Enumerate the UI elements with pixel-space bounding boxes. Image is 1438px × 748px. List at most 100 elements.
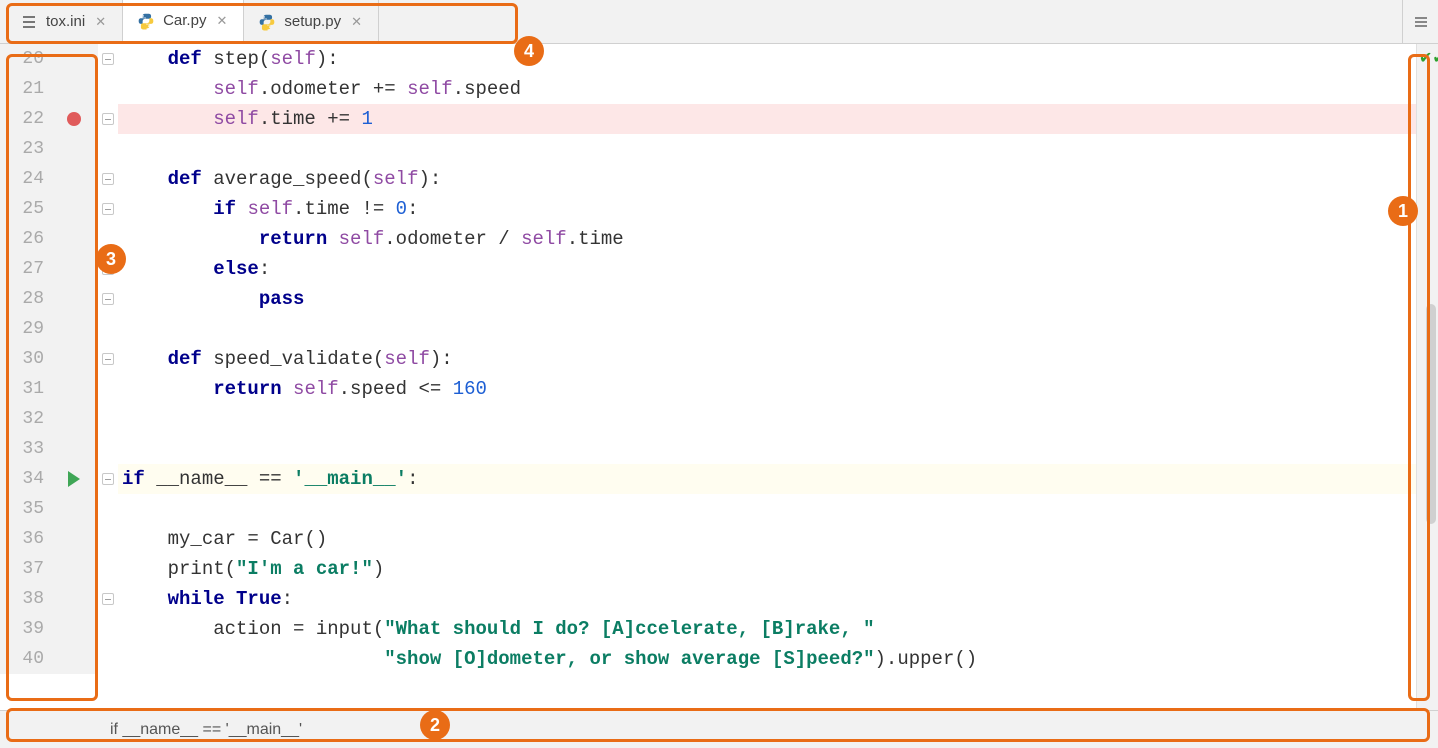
fold-column[interactable] [98,404,118,434]
fold-column[interactable] [98,104,118,134]
gutter-marker[interactable] [50,314,98,344]
code-text[interactable]: def speed_validate(self): [118,348,1416,370]
line-number[interactable]: 29 [0,314,50,344]
fold-handle-icon[interactable] [102,53,114,65]
line-number[interactable]: 32 [0,404,50,434]
code-line[interactable]: 32 [0,404,1416,434]
fold-column[interactable] [98,494,118,524]
code-line[interactable]: 31 return self.speed <= 160 [0,374,1416,404]
gutter-marker[interactable] [50,464,98,494]
file-tab-1[interactable]: Car.py✕ [123,0,244,44]
validation-strip[interactable]: ✔✔ [1416,44,1438,710]
gutter-marker[interactable] [50,194,98,224]
line-number[interactable]: 40 [0,644,50,674]
fold-column[interactable] [98,194,118,224]
fold-column[interactable] [98,554,118,584]
line-number[interactable]: 21 [0,74,50,104]
line-number[interactable]: 33 [0,434,50,464]
code-line[interactable]: 23 [0,134,1416,164]
code-line[interactable]: 37 print("I'm a car!") [0,554,1416,584]
gutter-marker[interactable] [50,584,98,614]
code-line[interactable]: 24 def average_speed(self): [0,164,1416,194]
gutter-marker[interactable] [50,104,98,134]
gutter-marker[interactable] [50,134,98,164]
code-line[interactable]: 38 while True: [0,584,1416,614]
fold-column[interactable] [98,284,118,314]
fold-handle-icon[interactable] [102,263,114,275]
code-line[interactable]: 34 if __name__ == '__main__': [0,464,1416,494]
code-text[interactable]: def average_speed(self): [118,168,1416,190]
line-number[interactable]: 27 [0,254,50,284]
fold-column[interactable] [98,644,118,674]
line-number[interactable]: 31 [0,374,50,404]
code-line[interactable]: 26 return self.odometer / self.time [0,224,1416,254]
line-number[interactable]: 22 [0,104,50,134]
line-number[interactable]: 39 [0,614,50,644]
gutter-marker[interactable] [50,44,98,74]
scrollbar-thumb[interactable] [1426,304,1436,524]
fold-column[interactable] [98,344,118,374]
code-text[interactable]: else: [118,258,1416,280]
breadcrumb-bar[interactable]: if __name__ == '__main__' [0,710,1438,748]
code-line[interactable]: 21 self.odometer += self.speed [0,74,1416,104]
line-number[interactable]: 23 [0,134,50,164]
line-number[interactable]: 36 [0,524,50,554]
fold-handle-icon[interactable] [102,473,114,485]
fold-column[interactable] [98,224,118,254]
code-editor[interactable]: 20 def step(self):21 self.odometer += se… [0,44,1416,710]
code-text[interactable]: self.odometer += self.speed [118,78,1416,100]
fold-handle-icon[interactable] [102,293,114,305]
code-line[interactable]: 25 if self.time != 0: [0,194,1416,224]
line-number[interactable]: 24 [0,164,50,194]
gutter-marker[interactable] [50,434,98,464]
gutter-marker[interactable] [50,614,98,644]
fold-column[interactable] [98,434,118,464]
gutter-marker[interactable] [50,524,98,554]
fold-column[interactable] [98,44,118,74]
file-tab-0[interactable]: tox.ini✕ [6,0,123,43]
code-line[interactable]: 28 pass [0,284,1416,314]
code-text[interactable]: print("I'm a car!") [118,558,1416,580]
line-number[interactable]: 34 [0,464,50,494]
gutter-marker[interactable] [50,644,98,674]
line-number[interactable]: 35 [0,494,50,524]
code-text[interactable]: action = input("What should I do? [A]cce… [118,618,1416,640]
fold-column[interactable] [98,254,118,284]
fold-column[interactable] [98,614,118,644]
code-line[interactable]: 39 action = input("What should I do? [A]… [0,614,1416,644]
code-text[interactable]: def step(self): [118,48,1416,70]
code-line[interactable]: 20 def step(self): [0,44,1416,74]
line-number[interactable]: 30 [0,344,50,374]
fold-handle-icon[interactable] [102,203,114,215]
fold-column[interactable] [98,464,118,494]
fold-handle-icon[interactable] [102,593,114,605]
code-text[interactable]: pass [118,288,1416,310]
file-tab-2[interactable]: setup.py✕ [244,0,379,43]
tabbar-overflow[interactable] [1402,0,1438,43]
close-tab-icon[interactable]: ✕ [349,0,364,44]
code-text[interactable]: if self.time != 0: [118,198,1416,220]
gutter-marker[interactable] [50,254,98,284]
code-line[interactable]: 40 "show [O]dometer, or show average [S]… [0,644,1416,674]
gutter-marker[interactable] [50,164,98,194]
breakpoint-icon[interactable] [67,112,81,126]
line-number[interactable]: 20 [0,44,50,74]
gutter-marker[interactable] [50,404,98,434]
code-text[interactable]: my_car = Car() [118,528,1416,550]
fold-column[interactable] [98,374,118,404]
fold-handle-icon[interactable] [102,173,114,185]
fold-handle-icon[interactable] [102,113,114,125]
fold-column[interactable] [98,314,118,344]
close-tab-icon[interactable]: ✕ [93,0,108,44]
fold-column[interactable] [98,584,118,614]
line-number[interactable]: 28 [0,284,50,314]
close-tab-icon[interactable]: ✕ [214,0,229,43]
run-gutter-icon[interactable] [68,471,80,487]
code-line[interactable]: 22 self.time += 1 [0,104,1416,134]
gutter-marker[interactable] [50,224,98,254]
code-line[interactable]: 29 [0,314,1416,344]
fold-column[interactable] [98,74,118,104]
code-line[interactable]: 35 [0,494,1416,524]
gutter-marker[interactable] [50,344,98,374]
code-text[interactable]: if __name__ == '__main__': [118,468,1416,490]
